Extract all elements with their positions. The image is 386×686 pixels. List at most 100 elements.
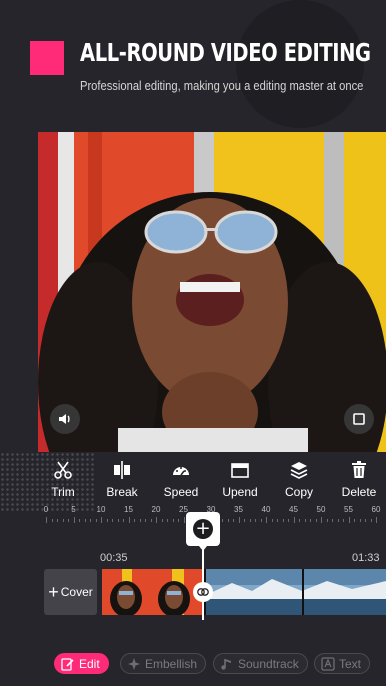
fullscreen-button[interactable] bbox=[344, 404, 374, 434]
ruler-minor-tick bbox=[299, 519, 300, 522]
ruler-tick bbox=[376, 517, 377, 523]
ruler-minor-tick bbox=[62, 519, 64, 522]
ruler-minor-tick bbox=[123, 519, 124, 522]
tab-embellish[interactable]: Embellish bbox=[120, 653, 207, 674]
ruler-tick bbox=[101, 517, 102, 523]
ruler-label: 40 bbox=[261, 505, 271, 514]
tab-text[interactable]: Text bbox=[314, 653, 371, 674]
transition-button[interactable] bbox=[193, 582, 213, 602]
ruler-minor-tick bbox=[167, 519, 168, 522]
ruler-minor-tick bbox=[95, 519, 97, 522]
speed-button[interactable]: Speed bbox=[152, 452, 210, 502]
edit-icon bbox=[61, 657, 74, 671]
ruler-minor-tick bbox=[365, 519, 366, 522]
ruler-minor-tick bbox=[51, 519, 53, 522]
ruler-label: 45 bbox=[289, 505, 298, 514]
ruler-minor-tick bbox=[150, 519, 152, 522]
timeline-track[interactable] bbox=[102, 569, 386, 615]
ruler-minor-tick bbox=[161, 519, 163, 522]
ruler-label: 15 bbox=[124, 505, 133, 514]
upend-icon bbox=[231, 463, 249, 478]
ruler-minor-tick bbox=[117, 519, 119, 522]
ruler-label: 20 bbox=[151, 505, 161, 514]
fullscreen-icon bbox=[353, 413, 365, 425]
ruler-minor-tick bbox=[310, 519, 311, 522]
ruler-tick bbox=[266, 517, 267, 523]
ruler-minor-tick bbox=[112, 519, 113, 522]
ruler-label: 50 bbox=[316, 505, 326, 514]
ruler-minor-tick bbox=[343, 519, 344, 522]
delete-button[interactable]: Delete bbox=[330, 452, 386, 502]
ruler-minor-tick bbox=[90, 519, 91, 522]
break-button[interactable]: Break bbox=[93, 452, 151, 502]
current-time: 00:35 bbox=[100, 552, 128, 564]
delete-label: Delete bbox=[341, 485, 377, 499]
ruler-minor-tick bbox=[288, 519, 289, 522]
music-note-icon bbox=[221, 658, 231, 670]
edit-toolbar: Trim Break Speed Upend Copy Delete bbox=[40, 452, 386, 504]
preview-image bbox=[38, 132, 386, 452]
bottom-tabs: Edit Embellish Soundtrack Text bbox=[0, 650, 386, 680]
upend-button[interactable]: Upend bbox=[211, 452, 269, 502]
layers-icon bbox=[290, 462, 308, 479]
ruler-label: 60 bbox=[371, 505, 381, 514]
ruler-label: 55 bbox=[344, 505, 353, 514]
ruler-label: 5 bbox=[71, 505, 76, 514]
add-clip-button[interactable]: + bbox=[186, 512, 220, 551]
ruler-minor-tick bbox=[68, 519, 69, 522]
tab-embellish-label: Embellish bbox=[145, 656, 198, 671]
speaker-icon bbox=[59, 414, 70, 424]
ruler-minor-tick bbox=[106, 519, 108, 522]
tab-soundtrack-label: Soundtrack bbox=[238, 656, 299, 671]
ruler-tick bbox=[293, 517, 295, 523]
ruler-minor-tick bbox=[139, 519, 141, 522]
ruler-minor-tick bbox=[227, 519, 229, 522]
ruler-minor-tick bbox=[370, 519, 372, 522]
transition-icon bbox=[197, 588, 209, 596]
total-time: 01:33 bbox=[352, 552, 380, 564]
trim-button[interactable]: Trim bbox=[34, 452, 92, 502]
copy-label: Copy bbox=[284, 485, 313, 499]
cover-button[interactable]: + Cover bbox=[44, 569, 97, 615]
brand-square bbox=[30, 41, 64, 75]
ruler-label: 10 bbox=[96, 505, 106, 514]
ruler-tick bbox=[73, 517, 75, 523]
speedometer-icon bbox=[173, 467, 189, 476]
ruler-tick bbox=[46, 517, 47, 523]
page-subtitle: Professional editing, making you a editi… bbox=[80, 78, 364, 93]
plus-icon: + bbox=[48, 582, 59, 602]
tab-edit[interactable]: Edit bbox=[54, 653, 109, 674]
ruler-minor-tick bbox=[359, 519, 361, 522]
ruler-minor-tick bbox=[84, 519, 86, 522]
plus-icon: + bbox=[193, 519, 213, 539]
video-preview[interactable] bbox=[38, 132, 386, 452]
ruler-minor-tick bbox=[255, 519, 256, 522]
ruler-minor-tick bbox=[222, 519, 223, 522]
ruler-minor-tick bbox=[260, 519, 262, 522]
ruler-minor-tick bbox=[134, 519, 135, 522]
ruler-label: 35 bbox=[234, 505, 243, 514]
scissors-icon bbox=[54, 461, 72, 479]
ruler-minor-tick bbox=[354, 519, 355, 522]
text-icon bbox=[321, 656, 335, 671]
copy-button[interactable]: Copy bbox=[270, 452, 328, 502]
page-title: ALL-ROUND VIDEO EDITING bbox=[80, 38, 371, 67]
ruler-tick bbox=[348, 517, 350, 523]
ruler-minor-tick bbox=[282, 519, 284, 522]
cover-label: Cover bbox=[60, 585, 93, 599]
ruler-tick bbox=[128, 517, 130, 523]
ruler-minor-tick bbox=[57, 519, 58, 522]
ruler-tick bbox=[183, 517, 185, 523]
volume-button[interactable] bbox=[50, 404, 80, 434]
break-label: Break bbox=[106, 485, 138, 499]
tab-soundtrack[interactable]: Soundtrack bbox=[213, 653, 308, 674]
ruler-minor-tick bbox=[249, 519, 251, 522]
ruler-minor-tick bbox=[172, 519, 174, 522]
ruler-minor-tick bbox=[315, 519, 317, 522]
ruler-minor-tick bbox=[332, 519, 333, 522]
promo-header: ALL-ROUND VIDEO EDITING Professional edi… bbox=[0, 0, 386, 132]
ruler-tick bbox=[238, 517, 240, 523]
trim-label: Trim bbox=[51, 485, 75, 499]
clip-thumbnails bbox=[102, 569, 386, 615]
ruler-minor-tick bbox=[277, 519, 278, 522]
